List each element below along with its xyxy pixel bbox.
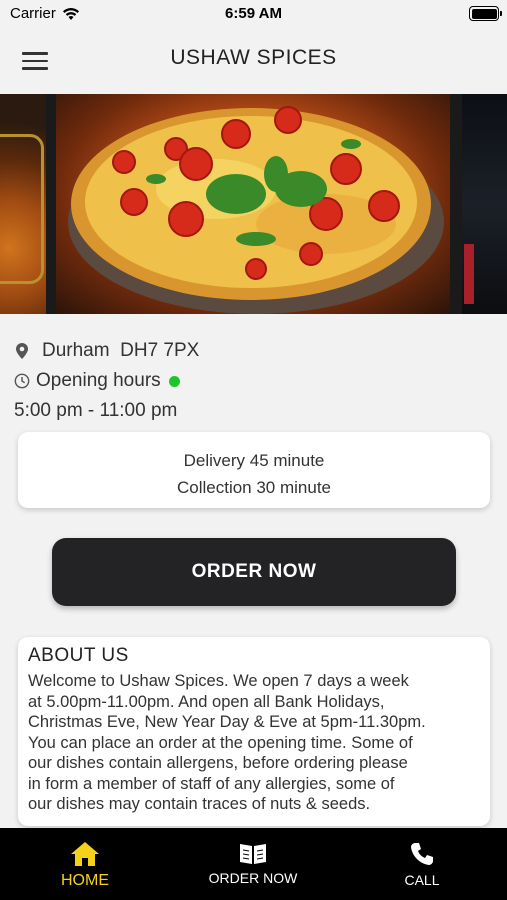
about-line: Welcome to Ushaw Spices. We open 7 days … (28, 672, 409, 690)
restaurant-info: Durham DH7 7PX Opening hours 5:00 pm - 1… (14, 336, 494, 426)
about-line: in form a member of staff of any allergi… (28, 774, 395, 793)
status-bar: Carrier 6:59 AM (0, 0, 507, 30)
opening-hours-row: Opening hours (14, 366, 494, 396)
bottom-tab-bar: HOME ORDER NOW CALL (0, 828, 507, 900)
about-line: at 5.00pm-11.00pm. And open all Bank Hol… (28, 692, 385, 711)
status-time: 6:59 AM (225, 5, 282, 22)
order-now-button[interactable]: ORDER NOW (52, 538, 456, 606)
location-text: Durham DH7 7PX (42, 340, 200, 361)
about-title: ABOUT US (28, 645, 129, 666)
pizza-image (68, 106, 444, 314)
collection-time: Collection 30 minute (176, 478, 332, 497)
about-line: our dishes may contain traces of nuts & … (28, 795, 371, 813)
tab-home[interactable]: HOME (0, 840, 170, 890)
about-line: Christmas Eve, New Year Day & Eve at 5pm… (28, 713, 426, 731)
tab-home-label: HOME (61, 872, 109, 889)
location-row: Durham DH7 7PX (14, 336, 494, 366)
open-status-indicator (168, 375, 180, 387)
image-carousel[interactable] (0, 94, 507, 314)
tab-order-now-label: ORDER NOW (208, 870, 298, 886)
carousel-slide-restaurant[interactable] (462, 94, 507, 314)
home-icon (71, 842, 99, 866)
about-line: You can place an order at the opening ti… (28, 733, 413, 752)
battery-icon (469, 6, 502, 21)
phone-icon (411, 843, 433, 865)
tab-order-now[interactable]: ORDER NOW (168, 840, 338, 886)
tab-call-label: CALL (404, 872, 440, 888)
opening-hours-value: 5:00 pm - 11:00 pm (14, 400, 178, 421)
opening-hours-label: Opening hours (36, 370, 161, 391)
about-text: Welcome to Ushaw Spices. We open 7 days … (28, 671, 480, 815)
delivery-info-card: Delivery 45 minute Collection 30 minute (18, 432, 490, 508)
delivery-time: Delivery 45 minute (183, 451, 325, 470)
clock-icon (14, 373, 30, 389)
page-title: USHAW SPICES (170, 46, 337, 69)
about-line: our dishes contain allergens, before ord… (28, 754, 408, 772)
hours-row: 5:00 pm - 11:00 pm (14, 396, 494, 426)
tab-call[interactable]: CALL (337, 840, 507, 888)
about-us-card: ABOUT US Welcome to Ushaw Spices. We ope… (18, 637, 490, 826)
nav-bar: USHAW SPICES (0, 30, 507, 90)
carousel-slide-pizza[interactable] (56, 94, 450, 314)
carousel-slide-curry[interactable] (0, 94, 46, 314)
menu-book-icon (240, 844, 266, 864)
map-pin-icon (16, 343, 28, 359)
